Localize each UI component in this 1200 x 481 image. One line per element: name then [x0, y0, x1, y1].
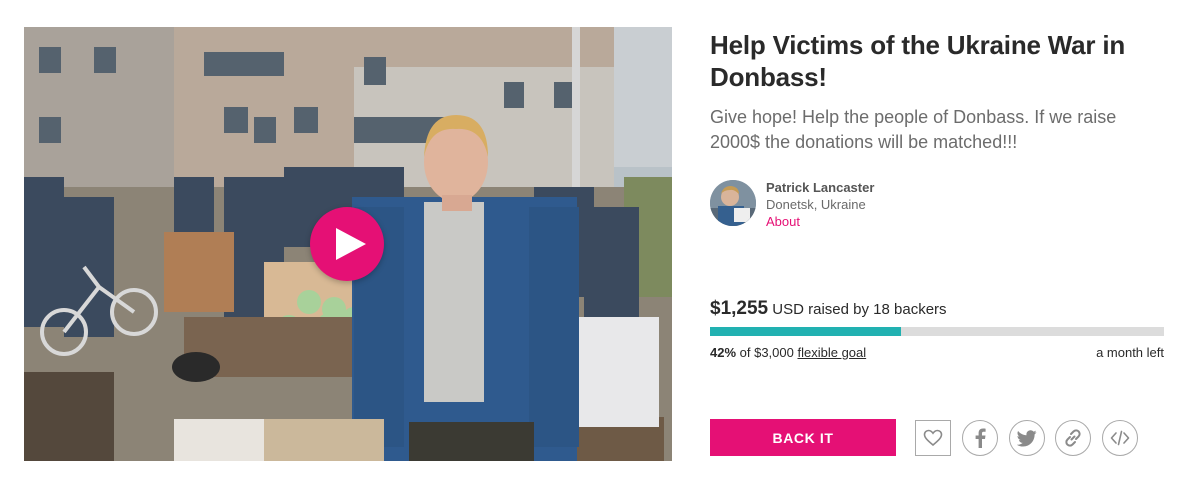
follow-button[interactable] — [915, 420, 951, 456]
campaign-title: Help Victims of the Ukraine War in Donba… — [710, 30, 1126, 92]
campaign-owner: Patrick Lancaster Donetsk, Ukraine About — [710, 178, 1010, 230]
share-facebook-button[interactable] — [962, 420, 998, 456]
campaign-tagline: Give hope! Help the people of Donbass. I… — [710, 107, 1117, 152]
funded-percent: 42% — [710, 345, 737, 360]
owner-about-link[interactable]: About — [766, 214, 800, 229]
time-left: a month left — [1096, 345, 1164, 360]
copy-link-button[interactable] — [1055, 420, 1091, 456]
embed-button[interactable] — [1102, 420, 1138, 456]
share-twitter-button[interactable] — [1009, 420, 1045, 456]
play-button[interactable] — [310, 207, 384, 281]
avatar-image — [710, 180, 756, 226]
avatar[interactable] — [710, 180, 756, 226]
funding-progress-fill — [710, 327, 901, 336]
campaign-info-panel: Help Victims of the Ukraine War in Donba… — [710, 27, 1166, 456]
goal-amount-text: of $3,000 — [736, 345, 798, 360]
link-icon — [1065, 429, 1081, 447]
campaign-video[interactable] — [24, 27, 672, 461]
raised-amount: $1,255 — [710, 298, 769, 319]
back-it-button[interactable]: BACK IT — [710, 419, 896, 456]
play-icon — [335, 228, 366, 260]
flexible-goal-link[interactable]: flexible goal — [797, 345, 866, 360]
twitter-icon — [1017, 429, 1037, 446]
campaign-actions: BACK IT — [710, 419, 1166, 457]
heart-icon — [923, 429, 943, 447]
goal-row: 42% of $3,000 flexible goal a month left — [710, 345, 1164, 360]
owner-name[interactable]: Patrick Lancaster — [766, 180, 874, 195]
funds-raised: $1,255 USD raised by 18 backers — [710, 298, 1164, 320]
facebook-icon — [975, 428, 986, 448]
raised-text: USD raised by 18 backers — [768, 301, 947, 318]
embed-icon — [1110, 430, 1130, 446]
owner-location: Donetsk, Ukraine — [766, 197, 866, 212]
funding-progress-bar — [710, 327, 1164, 336]
